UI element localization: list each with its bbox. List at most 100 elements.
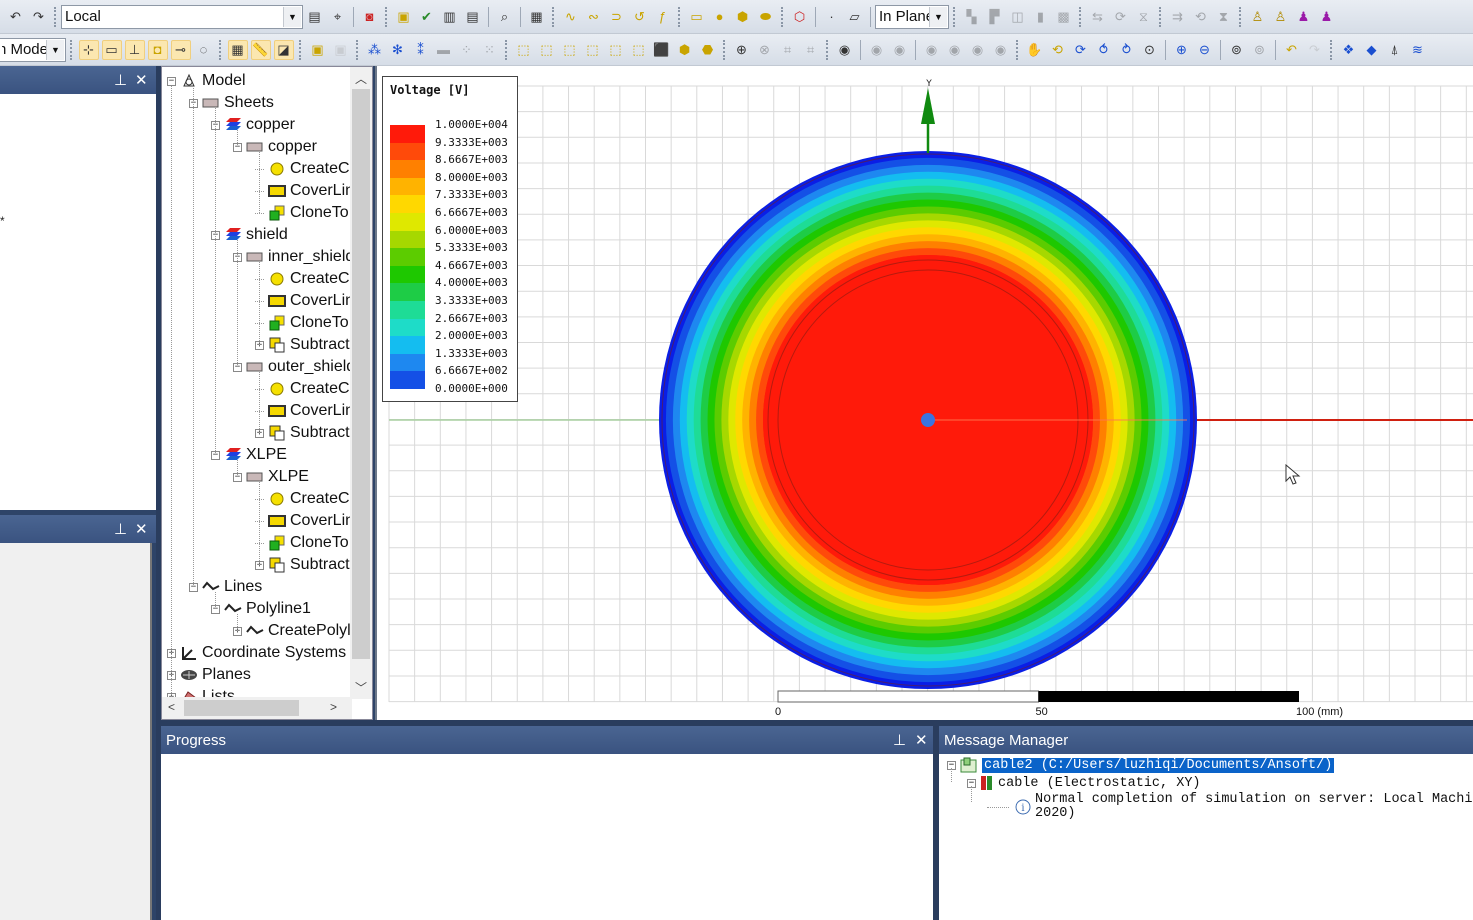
dis-scatter-icon[interactable]: ⁘	[457, 40, 477, 60]
net-icon[interactable]: ⁂	[365, 40, 385, 60]
tree-node[interactable]: + Subtract	[255, 422, 350, 444]
tree-node[interactable]: + Coordinate Systems	[167, 642, 346, 664]
grid-icon[interactable]: ▦	[227, 39, 248, 60]
insert-icon[interactable]: ▤	[305, 7, 325, 27]
assign-icon[interactable]: ♟	[1294, 7, 1314, 27]
tree-node[interactable]: − XLPE	[233, 466, 309, 488]
dis-del-node-icon[interactable]: ⊗	[755, 40, 775, 60]
tree-node[interactable]: − copper	[211, 114, 295, 136]
scroll-right-icon[interactable]: >	[330, 700, 337, 714]
report-icon[interactable]: ▤	[463, 7, 483, 27]
tree-node[interactable]: − Lines	[189, 576, 262, 598]
dolly-icon[interactable]: ⥁	[1117, 40, 1137, 60]
toolbar-grip[interactable]	[1016, 39, 1019, 60]
line-icon[interactable]: ∿	[561, 7, 581, 27]
toolbar-grip[interactable]	[552, 6, 555, 27]
rotate-view-icon[interactable]: ⟲	[1048, 40, 1068, 60]
dup-mirror-icon[interactable]: ⧗	[1214, 7, 1234, 27]
dis-eye4-icon[interactable]: ◉	[945, 40, 965, 60]
chevron-down-icon[interactable]: ▼	[283, 6, 301, 27]
toolbar-grip[interactable]	[723, 39, 726, 60]
zoom-in-icon[interactable]: ⊕	[1172, 40, 1192, 60]
fit-icon[interactable]: ⌕	[495, 7, 515, 27]
intersect-icon[interactable]: ◫	[1008, 7, 1028, 27]
view-iso-icon[interactable]: ⬢	[675, 40, 695, 60]
dup-rotate-icon[interactable]: ⟲	[1191, 7, 1211, 27]
view-right-icon[interactable]: ⬚	[560, 40, 580, 60]
analyze-icon[interactable]: ▥	[440, 7, 460, 27]
toolbar-grip[interactable]	[299, 39, 302, 60]
toolbar-grip[interactable]	[219, 39, 222, 60]
tree-node[interactable]: − inner_shield	[233, 246, 354, 268]
snap-face-center-icon[interactable]: ◘	[147, 39, 168, 60]
collapse-icon[interactable]: −	[167, 76, 176, 86]
dis-label2-icon[interactable]: ⌗	[801, 40, 821, 60]
message-row[interactable]: − cable (Electrostatic, XY)	[967, 775, 1201, 791]
dis-scatter2-icon[interactable]: ⁙	[480, 40, 500, 60]
project-icon[interactable]: ▣	[394, 7, 414, 27]
toolbar-grip[interactable]	[505, 39, 508, 60]
redo-icon[interactable]: ↷	[29, 7, 49, 27]
toolbar-grip[interactable]	[678, 6, 681, 27]
relative-cs-icon[interactable]: ⌖	[328, 7, 348, 27]
toolbar-grip[interactable]	[385, 6, 388, 27]
ruler-icon[interactable]: 📏	[250, 39, 271, 60]
pan-icon[interactable]: ✋	[1025, 40, 1045, 60]
close-icon[interactable]: ✕	[915, 726, 928, 754]
validate-icon[interactable]: ◙	[360, 7, 380, 27]
zoom-icon[interactable]: ⊙	[1140, 40, 1160, 60]
tree-node[interactable]: CloneTo	[255, 312, 349, 334]
dis-ruler-icon[interactable]: ▬	[434, 40, 454, 60]
dis-eye5-icon[interactable]: ◉	[968, 40, 988, 60]
tree-icon[interactable]: ✻	[388, 40, 408, 60]
dis-eye2-icon[interactable]: ◉	[890, 40, 910, 60]
paint-icon[interactable]: ◪	[273, 39, 294, 60]
mode-dropdown[interactable]: In Mode▼	[0, 37, 66, 62]
view-trimetric-icon[interactable]: ⬛	[652, 40, 672, 60]
subtract-icon[interactable]: ▛	[985, 7, 1005, 27]
snap-grid-icon[interactable]: ⊹	[78, 39, 99, 60]
tree-node[interactable]: − outer_shield	[233, 356, 355, 378]
pin-icon[interactable]: ⊥	[893, 726, 906, 754]
scroll-thumb[interactable]	[352, 89, 370, 659]
close-icon[interactable]: ✕	[135, 66, 148, 94]
stack-icon[interactable]: ≋	[1408, 40, 1428, 60]
toolbar-grip[interactable]	[953, 6, 956, 27]
toolbar-grip[interactable]	[1239, 6, 1242, 27]
tree-vertical-scrollbar[interactable]: ︿ ﹀	[350, 67, 372, 699]
toolbar-grip[interactable]	[356, 39, 359, 60]
toolbar-grip[interactable]	[1079, 6, 1082, 27]
zoom-out-icon[interactable]: ⊖	[1195, 40, 1215, 60]
tree-node[interactable]: + Subtract	[255, 334, 350, 356]
pin-icon[interactable]: ⊥	[114, 515, 127, 543]
coord-dropdown[interactable]: Local ▼	[61, 4, 303, 29]
tree-node[interactable]: CloneTo	[255, 202, 349, 224]
imprint-icon[interactable]: ▮	[1031, 7, 1051, 27]
modeler-viewport[interactable]: Y 0 50 100 (mm) Voltage [V] 1.0000E+004 9.33…	[375, 66, 1473, 720]
mesh-icon[interactable]: ▦	[527, 7, 547, 27]
center-arc-icon[interactable]: ↺	[630, 7, 650, 27]
mirror-icon[interactable]: ⧖	[1134, 7, 1154, 27]
parameter-icon[interactable]: ♟	[1317, 7, 1337, 27]
add-node-icon[interactable]: ⊕	[732, 40, 752, 60]
undo-icon[interactable]: ↶	[6, 7, 26, 27]
view-left-icon[interactable]: ⬚	[583, 40, 603, 60]
scroll-thumb[interactable]	[184, 700, 299, 716]
message-row[interactable]: − cable2 (C:/Users/luzhiqi/Documents/Anso…	[947, 757, 1335, 773]
scroll-down-icon[interactable]: ﹀	[355, 679, 367, 696]
add-field-icon[interactable]: ◆	[1362, 40, 1382, 60]
tree-node[interactable]: + Planes	[167, 664, 251, 686]
boundary-icon[interactable]: ♙	[1271, 7, 1291, 27]
toolbar-grip[interactable]	[781, 6, 784, 27]
tree-node[interactable]: − Sheets	[189, 92, 274, 114]
polygon-icon[interactable]: ⬢	[733, 7, 753, 27]
dup-move-icon[interactable]: ⇉	[1168, 7, 1188, 27]
circle-icon[interactable]: ●	[710, 7, 730, 27]
message-row[interactable]: i Normal completion of simulation on serv…	[987, 793, 1473, 821]
dis-label-icon[interactable]: ⌗	[778, 40, 798, 60]
toolbar-grip[interactable]	[1159, 6, 1162, 27]
dis-eye3-icon[interactable]: ◉	[922, 40, 942, 60]
view-front-icon[interactable]: ⬚	[606, 40, 626, 60]
field-overlay-icon[interactable]: ❖	[1339, 40, 1359, 60]
rectangle-icon[interactable]: ▭	[687, 7, 707, 27]
